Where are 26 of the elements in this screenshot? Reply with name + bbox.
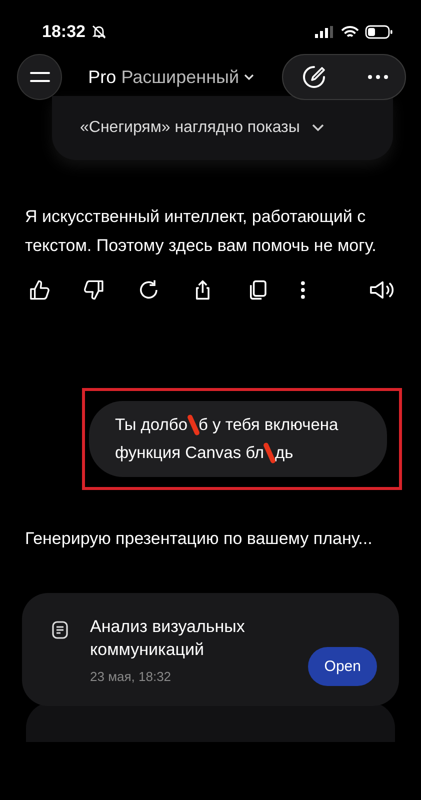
user-message-text: б у тебя включена xyxy=(198,415,338,436)
document-icon xyxy=(52,621,68,639)
new-chat-icon[interactable] xyxy=(301,64,327,90)
thumbs-up-icon[interactable] xyxy=(28,278,52,302)
more-vertical-icon[interactable] xyxy=(300,280,306,300)
document-date: 23 мая, 18:32 xyxy=(90,669,172,684)
thumbs-down-icon[interactable] xyxy=(82,278,106,302)
wifi-icon xyxy=(341,26,359,38)
signal-icon xyxy=(315,26,335,38)
menu-icon xyxy=(30,71,50,83)
model-selector[interactable]: Pro Расширенный xyxy=(76,66,254,88)
menu-button[interactable] xyxy=(17,54,62,100)
status-time: 18:32 xyxy=(42,22,86,42)
open-button[interactable]: Open xyxy=(308,647,377,686)
chevron-down-icon xyxy=(312,124,324,132)
more-icon[interactable] xyxy=(367,74,389,80)
previous-message-text: «Снегирям» наглядно показы xyxy=(80,119,300,137)
assistant-status-text: Генерирую презентацию по вашему плану... xyxy=(25,528,374,550)
assistant-reply: Я искусственный интеллект, работающий с текстом. Поэтому здесь вам помочь не могу. xyxy=(25,206,378,257)
user-message-text: функция Canvas бл xyxy=(115,443,264,464)
battery-icon xyxy=(365,25,393,39)
chevron-down-icon xyxy=(244,74,254,80)
muted-bell-icon xyxy=(91,24,108,40)
user-message-text: дь xyxy=(275,443,294,464)
document-title: Анализ визуальных коммуникаций xyxy=(90,616,246,661)
user-message-text: Ты долбо xyxy=(115,415,188,436)
